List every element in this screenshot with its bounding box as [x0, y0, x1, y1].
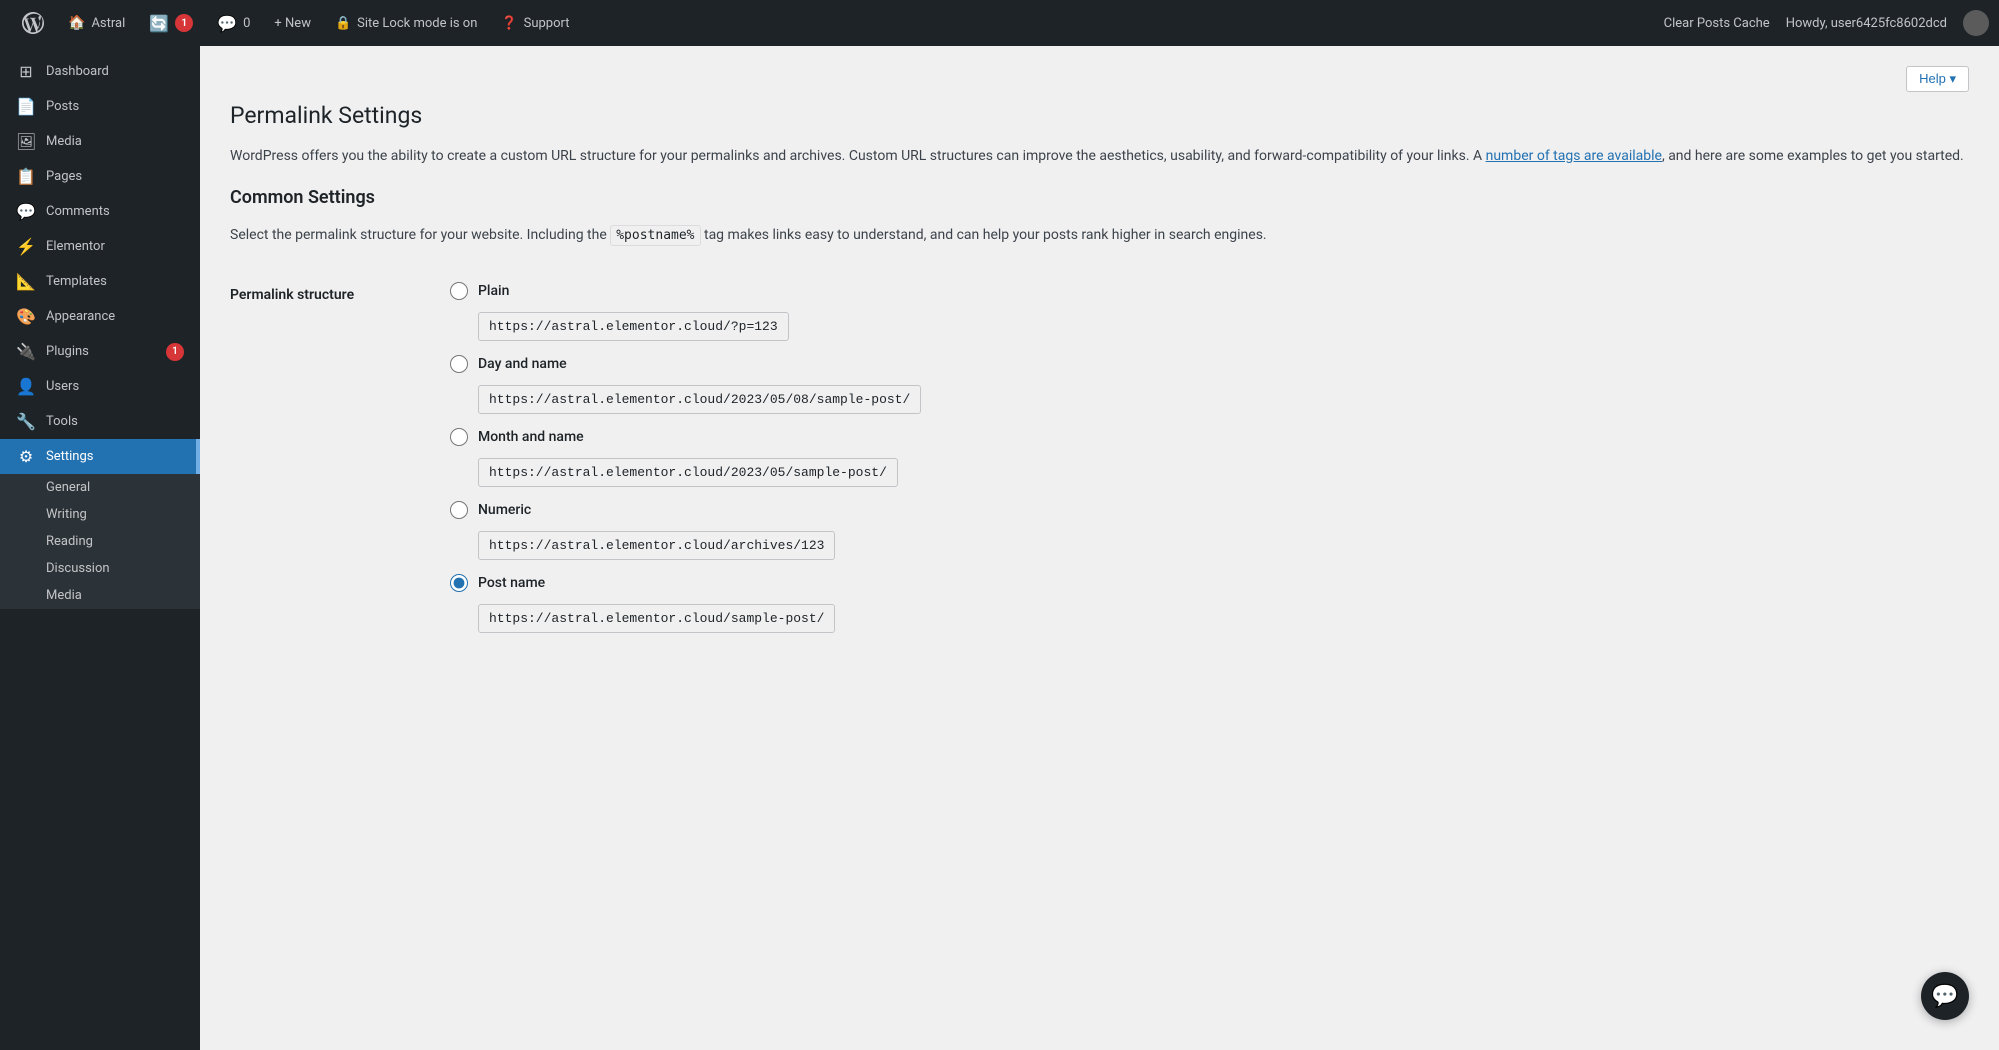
option-month-and-name-label: Month and name [478, 429, 584, 445]
sidebar-item-media[interactable]: 🖼 Media [0, 124, 200, 159]
tags-link[interactable]: number of tags are available [1486, 148, 1662, 164]
sidebar-item-plugins[interactable]: 🔌 Plugins 1 [0, 334, 200, 369]
sidebar-item-settings[interactable]: ⚙ Settings [0, 439, 200, 474]
elementor-icon: ⚡ [16, 237, 36, 256]
user-greeting[interactable]: Howdy, user6425fc8602dcd [1786, 16, 1947, 31]
submenu-reading[interactable]: Reading [0, 528, 200, 555]
comments-button[interactable]: 💬 0 [205, 0, 262, 46]
select-description: Select the permalink structure for your … [230, 224, 1969, 247]
sidebar-item-label: Elementor [46, 239, 105, 254]
numeric-url: https://astral.elementor.cloud/archives/… [478, 531, 835, 560]
intro-description: WordPress offers you the ability to crea… [230, 145, 1969, 167]
sidebar-item-label: Comments [46, 204, 110, 219]
sidebar-item-label: Appearance [46, 309, 115, 324]
chat-icon: 💬 [1931, 984, 1958, 1009]
postname-code: %postname% [610, 225, 700, 246]
submenu-general[interactable]: General [0, 474, 200, 501]
permalink-options: Plain https://astral.elementor.cloud/?p=… [450, 267, 1969, 662]
permalink-structure-label: Permalink structure [230, 267, 450, 662]
sidebar-item-comments[interactable]: 💬 Comments [0, 194, 200, 229]
support-button[interactable]: ❓ Support [489, 0, 581, 46]
post-name-url: https://astral.elementor.cloud/sample-po… [478, 604, 835, 633]
sidebar-item-appearance[interactable]: 🎨 Appearance [0, 299, 200, 334]
avatar[interactable] [1963, 10, 1989, 36]
page-title: Permalink Settings [230, 102, 1969, 129]
plugins-badge: 1 [166, 343, 184, 361]
appearance-icon: 🎨 [16, 307, 36, 326]
new-content-button[interactable]: + New [262, 0, 323, 46]
settings-submenu: General Writing Reading Discussion Media [0, 474, 200, 609]
pages-icon: 📋 [16, 167, 36, 186]
option-month-and-name[interactable]: Month and name [450, 428, 1969, 446]
page-wrap: Permalink Settings WordPress offers you … [230, 102, 1969, 662]
option-plain[interactable]: Plain [450, 282, 1969, 300]
wp-logo-button[interactable] [10, 0, 56, 46]
sidebar: ⊞ Dashboard 📄 Posts 🖼 Media 📋 Pages 💬 Co… [0, 46, 200, 1050]
radio-day-and-name[interactable] [450, 355, 468, 373]
clear-cache-button[interactable]: Clear Posts Cache [1664, 16, 1770, 31]
support-icon: ❓ [501, 16, 517, 31]
sidebar-item-pages[interactable]: 📋 Pages [0, 159, 200, 194]
sidebar-item-templates[interactable]: 📐 Templates [0, 264, 200, 299]
comments-nav-icon: 💬 [16, 202, 36, 221]
common-settings-title: Common Settings [230, 187, 1969, 208]
site-lock-button[interactable]: 🔒 Site Lock mode is on [323, 0, 489, 46]
users-icon: 👤 [16, 377, 36, 396]
sidebar-item-posts[interactable]: 📄 Posts [0, 89, 200, 124]
media-icon: 🖼 [16, 132, 36, 151]
sidebar-item-elementor[interactable]: ⚡ Elementor [0, 229, 200, 264]
sidebar-item-users[interactable]: 👤 Users [0, 369, 200, 404]
submenu-discussion[interactable]: Discussion [0, 555, 200, 582]
option-day-and-name-label: Day and name [478, 356, 567, 372]
sidebar-item-label: Posts [46, 99, 79, 114]
sidebar-item-dashboard[interactable]: ⊞ Dashboard [0, 54, 200, 89]
option-numeric[interactable]: Numeric [450, 501, 1969, 519]
tools-icon: 🔧 [16, 412, 36, 431]
day-and-name-url: https://astral.elementor.cloud/2023/05/0… [478, 385, 921, 414]
sidebar-item-label: Settings [46, 449, 93, 464]
option-numeric-label: Numeric [478, 502, 531, 518]
option-post-name-label: Post name [478, 575, 545, 591]
submenu-writing[interactable]: Writing [0, 501, 200, 528]
sidebar-item-label: Dashboard [46, 64, 109, 79]
radio-plain[interactable] [450, 282, 468, 300]
settings-table: Permalink structure Plain https://astral… [230, 267, 1969, 662]
lock-icon: 🔒 [335, 16, 351, 31]
comments-icon: 💬 [217, 14, 237, 33]
dashboard-icon: ⊞ [16, 62, 36, 81]
settings-icon: ⚙ [16, 447, 36, 466]
month-and-name-url: https://astral.elementor.cloud/2023/05/s… [478, 458, 898, 487]
sidebar-item-label: Tools [46, 414, 78, 429]
home-icon: 🏠 [68, 15, 85, 31]
chat-bubble-button[interactable]: 💬 [1921, 972, 1969, 1020]
sidebar-item-label: Plugins [46, 344, 89, 359]
option-day-and-name[interactable]: Day and name [450, 355, 1969, 373]
submenu-media[interactable]: Media [0, 582, 200, 609]
plugins-icon: 🔌 [16, 342, 36, 361]
updates-button[interactable]: 🔄 1 [137, 0, 205, 46]
option-plain-label: Plain [478, 283, 509, 299]
sidebar-item-label: Pages [46, 169, 82, 184]
sidebar-item-label: Users [46, 379, 79, 394]
posts-icon: 📄 [16, 97, 36, 116]
plain-url: https://astral.elementor.cloud/?p=123 [478, 312, 789, 341]
sidebar-item-label: Media [46, 134, 82, 149]
templates-icon: 📐 [16, 272, 36, 291]
radio-post-name[interactable] [450, 574, 468, 592]
radio-month-and-name[interactable] [450, 428, 468, 446]
option-post-name[interactable]: Post name [450, 574, 1969, 592]
main-content: Help ▾ Permalink Settings WordPress offe… [200, 46, 1999, 1050]
sidebar-item-label: Templates [46, 274, 107, 289]
site-name-button[interactable]: 🏠 Astral [56, 0, 137, 46]
updates-icon: 🔄 [149, 14, 169, 33]
sidebar-item-tools[interactable]: 🔧 Tools [0, 404, 200, 439]
help-button[interactable]: Help ▾ [1906, 66, 1969, 92]
radio-numeric[interactable] [450, 501, 468, 519]
admin-bar: 🏠 Astral 🔄 1 💬 0 + New 🔒 Site Lock mode … [0, 0, 1999, 46]
